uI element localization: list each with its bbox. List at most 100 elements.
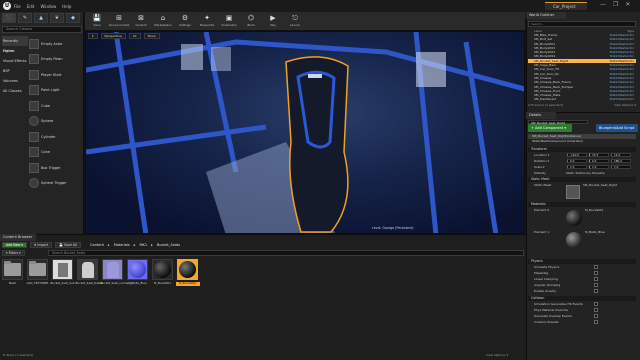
- checkbox[interactable]: [594, 314, 598, 318]
- breadcrumb-item[interactable]: Content: [90, 242, 104, 248]
- cinematics-button[interactable]: ▣ Cinematics: [220, 12, 238, 31]
- material-1-thumbnail[interactable]: [566, 232, 582, 248]
- asset-tile[interactable]: Bucket_Seat_Sub: [51, 259, 75, 286]
- save-all-button[interactable]: 💾 Save All: [55, 242, 81, 248]
- perspective-button[interactable]: Perspective: [100, 33, 126, 39]
- category-visual-effects[interactable]: Visual Effects: [2, 56, 28, 66]
- scale-x-field[interactable]: 1.0: [567, 165, 587, 169]
- place-item[interactable]: Cylinder: [29, 129, 82, 145]
- world-outliner-tab[interactable]: World Outliner: [526, 12, 566, 19]
- blueprints-button[interactable]: ✦ Blueprints: [198, 12, 216, 31]
- checkbox[interactable]: [594, 289, 598, 293]
- save-button[interactable]: 💾 Save: [88, 12, 106, 31]
- place-mode-icon[interactable]: ⬛: [2, 13, 16, 23]
- location-x-field[interactable]: -120.0: [567, 153, 587, 157]
- material-1-picker[interactable]: M_Belts_Blue: [585, 229, 605, 251]
- place-item[interactable]: Player Start: [29, 67, 82, 83]
- location-z-field[interactable]: 12.0: [611, 153, 631, 157]
- rotation-y-field[interactable]: 0.0: [589, 159, 609, 163]
- asset-tile[interactable]: OLD_TEXTURES: [27, 259, 48, 286]
- lit-button[interactable]: Lit: [128, 33, 141, 39]
- type-column-header[interactable]: Type: [627, 29, 634, 33]
- place-item[interactable]: Sphere Trigger: [29, 176, 82, 192]
- menu-window[interactable]: Window: [40, 4, 56, 9]
- asset-search-input[interactable]: Search Bucket_Seats: [48, 250, 524, 256]
- place-item[interactable]: Empty Pawn: [29, 52, 82, 68]
- paint-mode-icon[interactable]: ✎: [18, 13, 32, 23]
- project-tab[interactable]: Car_Project: [545, 2, 587, 10]
- breadcrumb-item[interactable]: MK1: [140, 242, 148, 248]
- maximize-icon[interactable]: ❐: [613, 1, 618, 8]
- landscape-mode-icon[interactable]: ▲: [34, 13, 48, 23]
- asset-tile[interactable]: Mesh: [2, 259, 23, 286]
- content-browser-tab[interactable]: Content Browser: [0, 234, 36, 241]
- checkbox[interactable]: [594, 265, 598, 269]
- menu-help[interactable]: Help: [62, 4, 71, 9]
- search-classes-input[interactable]: Search Classes: [2, 26, 82, 33]
- category-lights[interactable]: Lights: [2, 46, 28, 56]
- play-button[interactable]: ▶ Play: [264, 12, 282, 31]
- content-button[interactable]: ⊠ Content: [132, 12, 150, 31]
- mesh-thumbnail[interactable]: [566, 185, 580, 199]
- asset-tile-selected[interactable]: M_Bucket02: [175, 259, 200, 286]
- place-item[interactable]: Empty Actor: [29, 36, 82, 52]
- asset-tile[interactable]: Bucket_Seat_Detail: [76, 259, 102, 286]
- scale-y-field[interactable]: 1.0: [589, 165, 609, 169]
- static-mesh-picker[interactable]: SM_Bucket_Seat_Right: [583, 182, 617, 202]
- place-item[interactable]: Cube: [29, 98, 82, 114]
- category-volumes[interactable]: Volumes: [2, 76, 28, 86]
- add-new-button[interactable]: Add New ▾: [2, 242, 27, 248]
- level-viewport[interactable]: [85, 31, 525, 234]
- checkbox[interactable]: [594, 320, 598, 324]
- material-0-thumbnail[interactable]: [566, 210, 582, 226]
- category-recently-placed[interactable]: Recently Placed: [2, 36, 28, 53]
- material-0-picker[interactable]: M_Bucket02: [585, 207, 603, 229]
- details-tab[interactable]: Details: [526, 112, 556, 119]
- checkbox[interactable]: [594, 308, 598, 312]
- category-all-classes[interactable]: All Classes: [2, 86, 28, 96]
- show-button[interactable]: Show: [143, 33, 160, 39]
- asset-tile[interactable]: Bucket_Seat_normal_1: [101, 259, 132, 286]
- launch-button[interactable]: ⎋ Launch: [286, 12, 304, 31]
- add-component-button[interactable]: + Add Component ▾: [528, 124, 572, 132]
- collision-property-row[interactable]: Collision Presets: [528, 319, 636, 325]
- physics-property-row[interactable]: Enable Gravity: [528, 288, 636, 294]
- checkbox[interactable]: [594, 302, 598, 306]
- asset-tile[interactable]: M_Bucket01: [152, 259, 173, 286]
- checkbox[interactable]: [594, 271, 598, 275]
- component-row[interactable]: StaticMeshComponent (Inherited): [528, 139, 636, 144]
- menu-file[interactable]: File: [14, 4, 21, 9]
- close-icon[interactable]: ✕: [625, 1, 630, 8]
- rotation-z-field[interactable]: 180.0: [611, 159, 631, 163]
- filters-button[interactable]: ▾ Filters ▾: [2, 250, 25, 256]
- location-y-field[interactable]: 33.5: [589, 153, 609, 157]
- menu-edit[interactable]: Edit: [27, 4, 35, 9]
- category-bsp[interactable]: BSP: [2, 66, 28, 76]
- checkbox[interactable]: [594, 283, 598, 287]
- mobility-selector[interactable]: Static Stationary Movable: [566, 170, 605, 176]
- import-button[interactable]: ⬆ Import: [29, 242, 53, 248]
- place-item[interactable]: Point Light: [29, 83, 82, 99]
- minimize-icon[interactable]: —: [600, 1, 606, 8]
- viewport-menu-button[interactable]: ▾: [88, 33, 98, 39]
- asset-tile[interactable]: M_Belts_Blue: [127, 259, 148, 286]
- breadcrumb-item[interactable]: Bucket_Seats: [157, 242, 180, 248]
- scale-z-field[interactable]: 1.0: [611, 165, 631, 169]
- content-view-options[interactable]: View Options ▾: [486, 353, 508, 357]
- label-column-header[interactable]: Label: [534, 29, 542, 33]
- checkbox[interactable]: [594, 277, 598, 281]
- breadcrumb-item[interactable]: Materials: [114, 242, 130, 248]
- build-button[interactable]: ⌬ Build: [242, 12, 260, 31]
- outliner-search-input[interactable]: Search...: [528, 21, 636, 27]
- place-item[interactable]: Sphere: [29, 114, 82, 130]
- place-item[interactable]: Box Trigger: [29, 160, 82, 176]
- foliage-mode-icon[interactable]: ❦: [50, 13, 64, 23]
- outliner-view-options[interactable]: View Options ▾: [614, 103, 636, 107]
- bucket-seat-selected[interactable]: [285, 56, 349, 233]
- place-item[interactable]: Cone: [29, 145, 82, 161]
- blueprint-script-button[interactable]: Blueprint/Add Script: [596, 124, 638, 132]
- settings-button[interactable]: ⚙ Settings: [176, 12, 194, 31]
- source-control-button[interactable]: ⊞ Source Control: [109, 12, 130, 31]
- geometry-mode-icon[interactable]: ◆: [66, 13, 80, 23]
- marketplace-button[interactable]: ⌂ Marketplace: [154, 12, 172, 31]
